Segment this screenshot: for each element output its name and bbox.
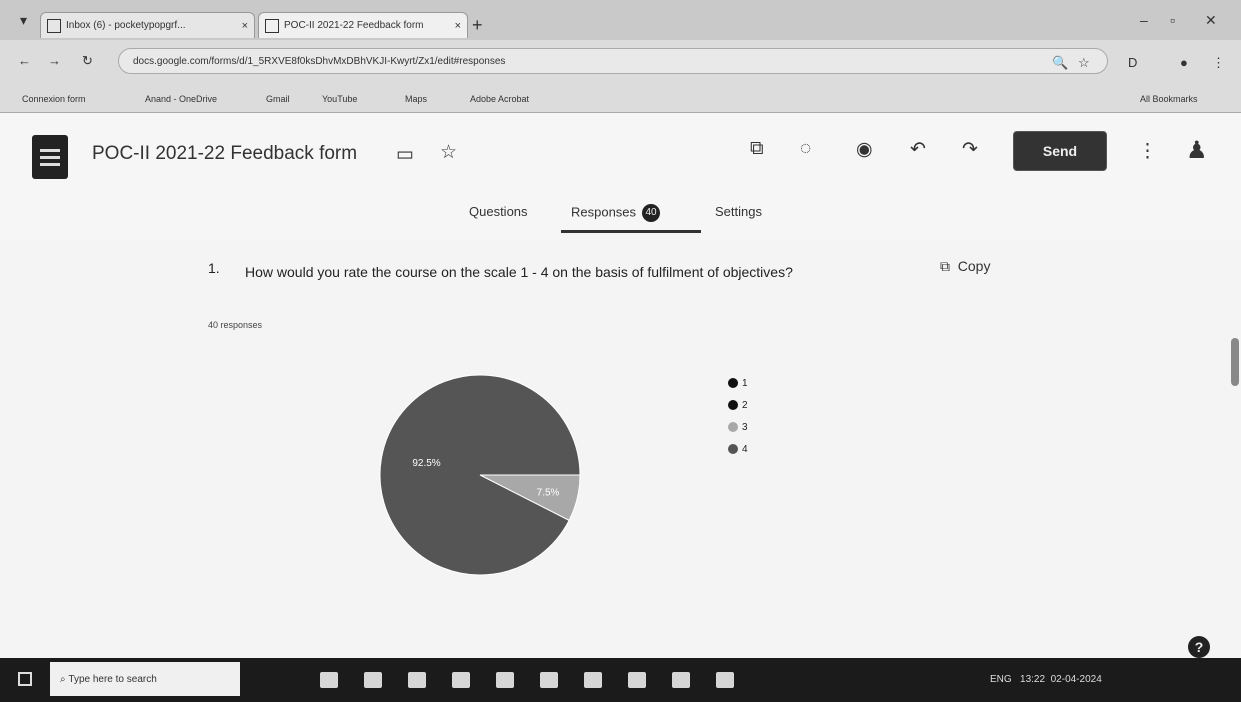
close-icon[interactable]: × <box>455 20 461 32</box>
tab-inbox[interactable]: Inbox (6) - pocketypopgrf... × <box>40 12 255 38</box>
app-icon[interactable] <box>672 672 690 688</box>
help-icon[interactable]: ? <box>1188 636 1210 658</box>
tab-inbox-label: Inbox (6) - pocketypopgrf... <box>66 20 186 31</box>
send-button[interactable]: Send <box>1013 131 1107 171</box>
bookmark-item[interactable]: Adobe Acrobat <box>470 94 529 104</box>
app-icon[interactable] <box>628 672 646 688</box>
google-forms-icon[interactable] <box>32 135 68 179</box>
all-bookmarks[interactable]: All Bookmarks <box>1140 94 1198 104</box>
tab-feedback-label: POC-II 2021-22 Feedback form <box>284 20 424 31</box>
task-view-icon[interactable] <box>320 672 338 688</box>
search-icon[interactable]: 🔍 <box>1052 55 1068 71</box>
legend-label: 3 <box>742 421 748 433</box>
legend-label: 2 <box>742 399 748 411</box>
close-window-icon[interactable]: ✕ <box>1205 12 1217 29</box>
forms-icon <box>265 18 279 33</box>
chrome-icon[interactable] <box>496 672 514 688</box>
maximize-icon[interactable]: ▫ <box>1170 12 1175 28</box>
tab-responses-label: Responses <box>571 204 637 220</box>
folder-icon[interactable]: ▭ <box>396 143 414 166</box>
copy-label: Copy <box>957 258 991 274</box>
star-icon[interactable]: ☆ <box>440 141 457 164</box>
preview-eye-icon[interactable]: ◉ <box>856 138 873 161</box>
bookmark-item[interactable]: Gmail <box>266 94 290 104</box>
legend-label: 1 <box>742 377 748 389</box>
app-icon[interactable] <box>716 672 734 688</box>
pie-chart: 7.5% 92.5% <box>379 374 581 576</box>
gmail-icon <box>47 18 61 33</box>
pie-slice-4[interactable] <box>379 374 581 576</box>
url-input[interactable]: docs.google.com/forms/d/1_5RXVE8f0ksDhvM… <box>118 48 1108 74</box>
tab-responses[interactable]: Responses 40 <box>571 204 661 222</box>
more-options-icon[interactable]: ⋮ <box>1138 140 1157 163</box>
undo-icon[interactable]: ↶ <box>910 138 926 161</box>
windows-start-icon[interactable] <box>18 672 32 686</box>
redo-icon[interactable]: ↷ <box>962 138 978 161</box>
question-text: How would you rate the course on the sca… <box>245 264 793 280</box>
file-explorer-icon[interactable] <box>364 672 382 688</box>
form-title[interactable]: POC-II 2021-22 Feedback form <box>92 143 357 165</box>
legend-swatch-4 <box>728 444 738 454</box>
minimize-icon[interactable]: – <box>1140 12 1148 28</box>
star-icon[interactable]: ☆ <box>1078 55 1090 71</box>
scrollbar-thumb[interactable] <box>1231 338 1239 386</box>
taskbar-search-input[interactable]: ⌕ Type here to search <box>50 662 240 696</box>
bookmark-item[interactable]: Maps <box>405 94 427 104</box>
legend-item: 2 <box>728 394 748 416</box>
app-icon[interactable] <box>540 672 558 688</box>
extension-icon[interactable]: D <box>1128 55 1137 70</box>
bookmarks-bar: Connexion form Anand - OneDrive Gmail Yo… <box>0 86 1241 113</box>
app-icon[interactable] <box>584 672 602 688</box>
close-icon[interactable]: × <box>242 20 248 32</box>
pie-slice-label: 92.5% <box>412 458 440 469</box>
responses-count-badge: 40 <box>642 204 661 222</box>
bookmark-item[interactable]: YouTube <box>322 94 357 104</box>
new-tab-button[interactable]: + <box>472 15 483 36</box>
legend-item: 3 <box>728 416 748 438</box>
bookmark-item[interactable]: Anand - OneDrive <box>145 94 217 104</box>
tray-lang: ENG <box>990 674 1012 685</box>
tab-search-icon[interactable]: ▾ <box>20 12 27 29</box>
forward-icon[interactable]: → <box>48 53 61 68</box>
palette-icon[interactable]: ◌ <box>800 138 811 160</box>
pie-slice-label: 7.5% <box>537 487 560 498</box>
addons-icon[interactable]: ⧉ <box>750 138 764 160</box>
legend-swatch-2 <box>728 400 738 410</box>
account-avatar[interactable]: ♟ <box>1186 136 1208 165</box>
chart-legend: 1 2 3 4 <box>728 372 748 460</box>
back-icon[interactable]: ← <box>18 53 31 68</box>
url-text: docs.google.com/forms/d/1_5RXVE8f0ksDhvM… <box>133 55 506 67</box>
active-tab-indicator <box>561 230 701 233</box>
reload-icon[interactable]: ↻ <box>82 53 93 69</box>
responses-count-label: 40 responses <box>208 320 263 330</box>
copy-icon: ⧉ <box>940 258 950 274</box>
app-icon[interactable] <box>408 672 426 688</box>
tray-date: 02-04-2024 <box>1050 674 1102 685</box>
tab-settings[interactable]: Settings <box>715 204 762 219</box>
legend-label: 4 <box>742 443 748 455</box>
bookmark-item[interactable]: Connexion form <box>22 94 86 104</box>
system-tray[interactable]: ENG 13:22 02-04-2024 <box>990 674 1102 685</box>
tab-questions[interactable]: Questions <box>469 204 528 219</box>
legend-item: 1 <box>728 372 748 394</box>
legend-swatch-3 <box>728 422 738 432</box>
menu-icon[interactable]: ⋮ <box>1212 55 1225 71</box>
search-icon: ⌕ <box>60 673 69 685</box>
legend-item: 4 <box>728 438 748 460</box>
tray-time: 13:22 <box>1020 674 1046 685</box>
legend-swatch-1 <box>728 378 738 388</box>
tab-feedback-form[interactable]: POC-II 2021-22 Feedback form × <box>258 12 468 38</box>
store-icon[interactable] <box>452 672 470 688</box>
taskbar-search-placeholder: Type here to search <box>68 673 157 685</box>
copy-chart-button[interactable]: ⧉ Copy <box>940 258 990 275</box>
profile-icon[interactable]: ● <box>1180 55 1188 70</box>
